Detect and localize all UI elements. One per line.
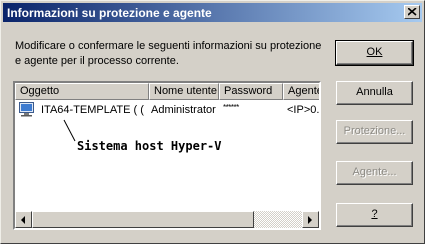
row-password: ****** xyxy=(223,103,239,112)
security-agent-dialog: Informazioni su protezione e agente Modi… xyxy=(0,0,425,244)
column-header-nome-utente[interactable]: Nome utente xyxy=(149,83,219,100)
column-header-password[interactable]: Password xyxy=(219,83,283,100)
scroll-right-button[interactable] xyxy=(302,211,319,228)
callout-label: Sistema host Hyper-V xyxy=(77,139,222,153)
callout-line xyxy=(63,119,76,142)
row-nome-utente: Administrator xyxy=(151,104,216,116)
arrow-right-icon xyxy=(308,216,312,224)
dialog-description: Modificare o confermare le seguenti info… xyxy=(15,40,322,67)
arrow-left-icon xyxy=(21,216,25,224)
column-header-agente[interactable]: Agente xyxy=(283,83,319,100)
computer-monitor-icon xyxy=(19,102,34,117)
annulla-button[interactable]: Annulla xyxy=(336,81,413,105)
close-icon xyxy=(408,8,417,16)
scroll-left-button[interactable] xyxy=(15,211,32,228)
row-oggetto: ITA64-TEMPLATE ( ( xyxy=(41,104,144,116)
help-button[interactable]: ? xyxy=(336,203,413,227)
title-bar[interactable]: Informazioni su protezione e agente xyxy=(3,3,422,22)
protezione-button[interactable]: Protezione... xyxy=(336,120,413,144)
table-row[interactable]: ITA64-TEMPLATE ( ( Administrator ****** … xyxy=(15,100,320,120)
ok-button[interactable]: OK xyxy=(335,40,414,66)
list-header: Oggetto Nome utente Password Agente xyxy=(15,83,319,100)
objects-list[interactable]: Oggetto Nome utente Password Agente ITA6… xyxy=(13,81,321,230)
column-header-oggetto[interactable]: Oggetto xyxy=(15,83,149,100)
row-agente: <IP>0.0 xyxy=(287,104,320,116)
horizontal-scrollbar[interactable] xyxy=(15,211,319,228)
agente-button[interactable]: Agente... xyxy=(336,161,413,185)
scrollbar-thumb[interactable] xyxy=(32,211,254,228)
dialog-title: Informazioni su protezione e agente xyxy=(7,6,212,20)
close-button[interactable] xyxy=(404,5,420,19)
